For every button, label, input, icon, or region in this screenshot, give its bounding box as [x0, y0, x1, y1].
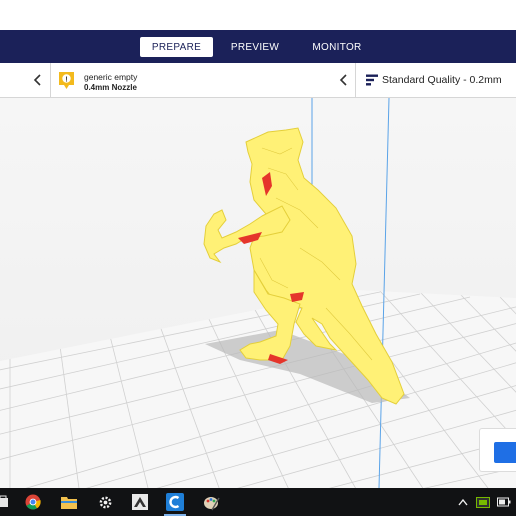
build-plate	[0, 290, 516, 488]
settings-icon[interactable]	[90, 488, 120, 516]
taskbar	[0, 488, 516, 516]
warning-badge-icon: !	[59, 72, 74, 89]
file-explorer-icon[interactable]	[54, 488, 84, 516]
tab-monitor[interactable]: MONITOR	[304, 37, 370, 57]
cura-icon[interactable]	[160, 488, 190, 516]
build-plate-scene[interactable]	[0, 98, 516, 488]
layers-icon	[366, 74, 378, 86]
battery-icon[interactable]	[495, 488, 513, 516]
3d-viewport[interactable]	[0, 98, 516, 488]
printer-name[interactable]: generic empty	[84, 72, 137, 82]
printer-settings-bar: ! generic empty 0.4mm Nozzle Standard Qu…	[0, 63, 516, 98]
action-panel	[479, 428, 516, 472]
chevron-left-icon[interactable]	[30, 72, 46, 88]
quality-profile-label[interactable]: Standard Quality - 0.2mm	[382, 74, 502, 86]
chevron-left-icon[interactable]	[336, 72, 352, 88]
store-icon[interactable]	[0, 488, 18, 516]
gpu-icon[interactable]	[474, 488, 492, 516]
divider	[355, 63, 356, 98]
tab-preview[interactable]: PREVIEW	[226, 37, 284, 57]
header-bar: PREPARE PREVIEW MONITOR	[0, 30, 516, 63]
title-area	[0, 0, 516, 30]
chevron-up-icon[interactable]	[455, 488, 471, 516]
nozzle-name[interactable]: 0.4mm Nozzle	[84, 83, 137, 92]
chrome-icon[interactable]	[18, 488, 48, 516]
divider	[50, 63, 51, 98]
tab-prepare[interactable]: PREPARE	[140, 37, 213, 57]
slice-button[interactable]	[494, 442, 516, 463]
warning-badge-text: !	[65, 76, 67, 83]
zbrush-icon[interactable]	[125, 488, 155, 516]
paint-icon[interactable]	[196, 488, 226, 516]
